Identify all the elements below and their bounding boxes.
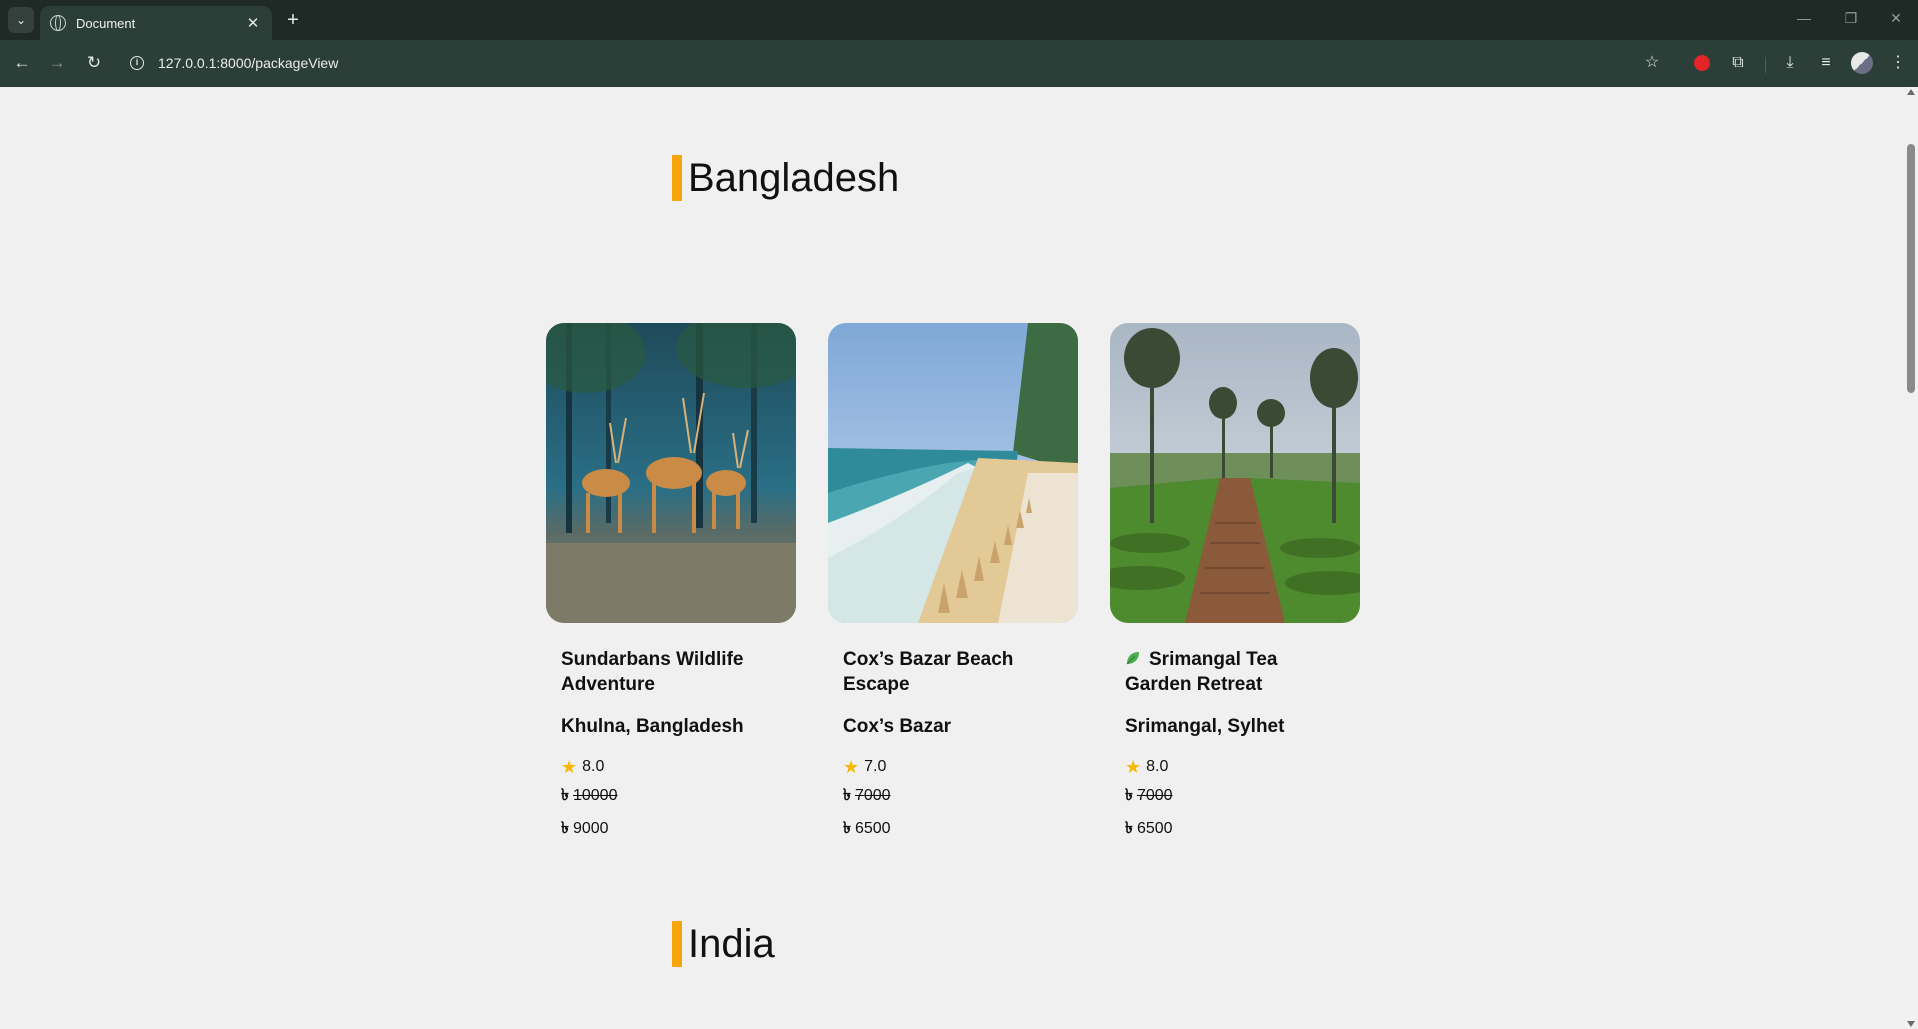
taka-currency-icon: ৳: [843, 820, 851, 837]
close-window-button[interactable]: ✕: [1886, 10, 1906, 27]
taka-currency-icon: ৳: [561, 820, 569, 837]
star-icon: ★: [1125, 757, 1142, 777]
tab-title: Document: [76, 15, 136, 31]
restore-button[interactable]: ❐: [1841, 10, 1861, 27]
reload-icon[interactable]: ↻: [82, 51, 106, 75]
discount-price: 6500: [854, 820, 891, 837]
section-title: India: [688, 921, 775, 966]
scroll-down-arrow-icon[interactable]: [1907, 1021, 1915, 1027]
package-location: Khulna, Bangladesh: [561, 716, 744, 737]
deer-forest-photo[interactable]: [546, 323, 796, 623]
beach-photo[interactable]: [828, 323, 1078, 623]
package-card-list: Sundarbans Wildlife Adventure Khulna, Ba…: [546, 323, 1360, 842]
toolbar-divider: [1765, 57, 1766, 73]
vertical-scrollbar[interactable]: [1904, 87, 1918, 1029]
tab-search-chevron-icon[interactable]: ⌄: [8, 7, 34, 33]
bookmark-star-icon[interactable]: ☆: [1640, 51, 1664, 75]
browser-tab-bar: ⌄ Document ✕ + — ❐ ✕: [0, 0, 1918, 40]
original-price: 7000: [854, 787, 891, 804]
package-card[interactable]: Sundarbans Wildlife Adventure Khulna, Ba…: [546, 323, 796, 842]
original-price: 10000: [572, 787, 618, 804]
browser-tab[interactable]: Document ✕: [40, 6, 272, 40]
profile-avatar-icon[interactable]: [1850, 51, 1874, 75]
back-arrow-icon[interactable]: ←: [10, 51, 34, 75]
original-price: 7000: [1136, 787, 1173, 804]
star-icon: ★: [843, 757, 860, 777]
package-rating: ★ 7.0: [843, 758, 1063, 776]
package-card[interactable]: Srimangal Tea Garden Retreat Srimangal, …: [1110, 323, 1360, 842]
package-title[interactable]: Sundarbans Wildlife Adventure: [561, 647, 781, 697]
heading-accent-bar: [672, 921, 682, 967]
discount-price-row: ৳ 9000: [561, 815, 781, 842]
forward-arrow-icon[interactable]: →: [45, 51, 69, 75]
discount-price: 6500: [1136, 820, 1173, 837]
tab-close-icon[interactable]: ✕: [244, 14, 262, 32]
extensions-puzzle-icon[interactable]: ⧉: [1726, 51, 1750, 75]
media-controls-icon[interactable]: ≡: [1814, 51, 1838, 75]
extension-red-icon[interactable]: [1690, 51, 1714, 75]
leaf-icon: [1126, 652, 1139, 665]
discount-price-row: ৳ 6500: [843, 815, 1063, 842]
package-location: Cox’s Bazar: [843, 716, 952, 737]
page-viewport: Bangladesh Sundarbans Wildlife Adventure…: [0, 87, 1904, 1029]
package-rating: ★ 8.0: [1125, 758, 1345, 776]
minimize-button[interactable]: —: [1794, 10, 1814, 26]
heading-accent-bar: [672, 155, 682, 201]
section-heading-india: India: [672, 921, 775, 967]
rating-value: 7.0: [864, 758, 887, 775]
new-tab-button[interactable]: +: [282, 9, 304, 32]
package-title[interactable]: Srimangal Tea Garden Retreat: [1125, 647, 1345, 697]
original-price-row: ৳ 7000: [843, 782, 1063, 809]
discount-price-row: ৳ 6500: [1125, 815, 1345, 842]
rating-value: 8.0: [582, 758, 605, 775]
address-bar[interactable]: i 127.0.0.1:8000/packageView: [120, 45, 1590, 81]
taka-currency-icon: ৳: [843, 787, 851, 804]
discount-price: 9000: [572, 820, 609, 837]
rating-value: 8.0: [1146, 758, 1169, 775]
package-title-text: Srimangal Tea Garden Retreat: [1125, 649, 1278, 695]
original-price-row: ৳ 10000: [561, 782, 781, 809]
taka-currency-icon: ৳: [1125, 787, 1133, 804]
taka-currency-icon: ৳: [561, 787, 569, 804]
menu-kebab-icon[interactable]: ⋮: [1886, 51, 1910, 75]
scrollbar-thumb[interactable]: [1907, 144, 1915, 393]
globe-icon: [50, 15, 66, 31]
package-title[interactable]: Cox’s Bazar Beach Escape: [843, 647, 1063, 697]
section-title: Bangladesh: [688, 155, 900, 200]
tea-garden-photo[interactable]: [1110, 323, 1360, 623]
original-price-row: ৳ 7000: [1125, 782, 1345, 809]
package-rating: ★ 8.0: [561, 758, 781, 776]
package-location: Srimangal, Sylhet: [1125, 716, 1285, 737]
star-icon: ★: [561, 757, 578, 777]
section-heading-bangladesh: Bangladesh: [672, 155, 899, 201]
url-text: 127.0.0.1:8000/packageView: [158, 55, 339, 71]
download-icon[interactable]: ⤓: [1778, 51, 1802, 75]
taka-currency-icon: ৳: [1125, 820, 1133, 837]
browser-toolbar: ← → ↻ i 127.0.0.1:8000/packageView ☆ ⧉ ⤓…: [0, 40, 1918, 87]
package-card[interactable]: Cox’s Bazar Beach Escape Cox’s Bazar ★ 7…: [828, 323, 1078, 842]
scroll-up-arrow-icon[interactable]: [1907, 89, 1915, 95]
site-info-icon[interactable]: i: [130, 56, 144, 70]
